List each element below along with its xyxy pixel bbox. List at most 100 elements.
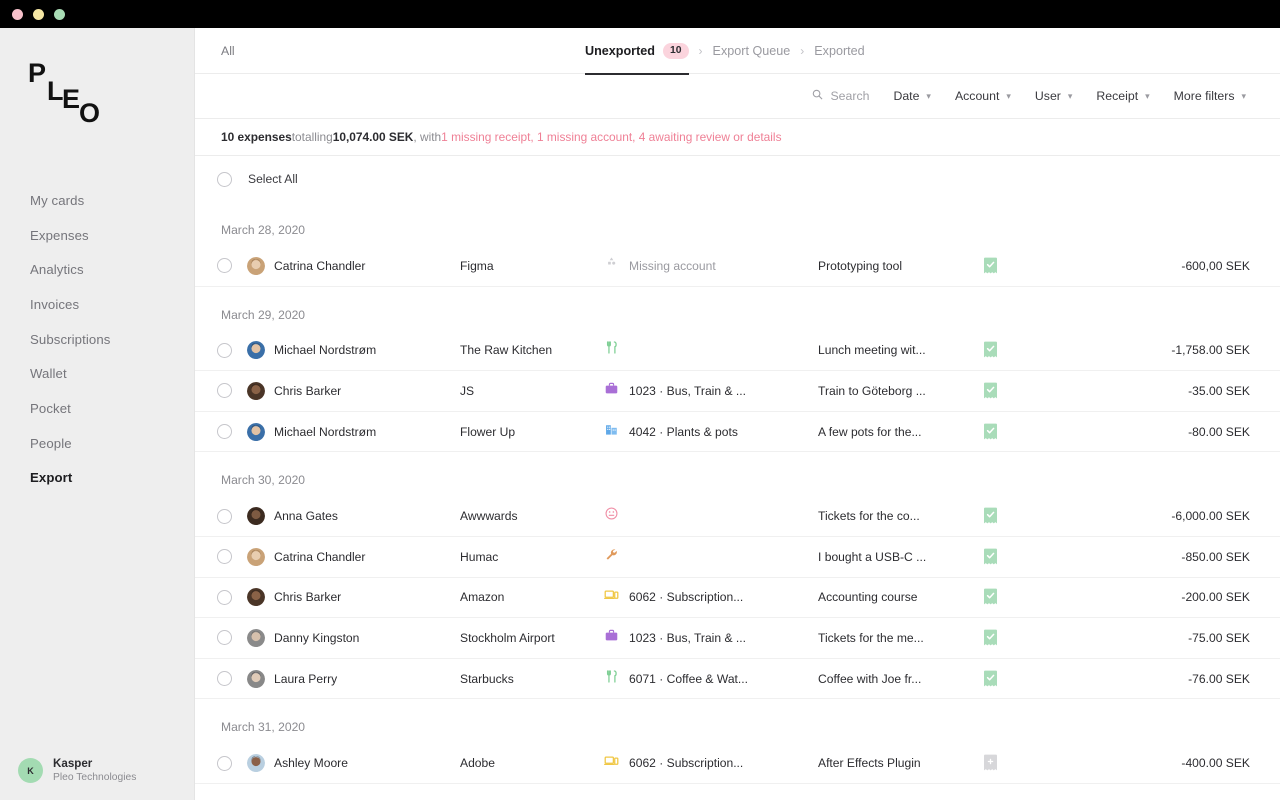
receipt-check-icon[interactable] <box>983 670 998 688</box>
table-row[interactable]: Catrina ChandlerFigmaMissing accountProt… <box>195 246 1280 287</box>
row-checkbox[interactable] <box>217 590 232 605</box>
row-user-cell: Chris Barker <box>247 382 460 400</box>
sidebar-item-export[interactable]: Export <box>0 461 195 496</box>
main-content: All Unexported 10 › Export Queue › Expor… <box>195 28 1280 800</box>
receipt-check-icon[interactable] <box>983 548 998 566</box>
row-checkbox[interactable] <box>217 630 232 645</box>
user-profile[interactable]: K Kasper Pleo Technologies <box>0 757 195 784</box>
row-user-name: Catrina Chandler <box>274 550 365 564</box>
row-description: Prototyping tool <box>818 259 983 273</box>
receipt-check-icon[interactable] <box>983 423 998 441</box>
row-category-cell[interactable] <box>603 546 818 568</box>
receipt-check-icon[interactable] <box>983 341 998 359</box>
chevron-down-icon: ▾ <box>1145 91 1150 102</box>
briefcase-icon <box>603 627 620 649</box>
row-receipt-cell[interactable] <box>983 257 1133 275</box>
sidebar-item-analytics[interactable]: Analytics <box>0 252 195 287</box>
row-amount: -1,758.00 SEK <box>1133 343 1280 357</box>
row-category-cell[interactable] <box>603 505 818 527</box>
row-checkbox[interactable] <box>217 343 232 358</box>
row-checkbox[interactable] <box>217 258 232 273</box>
sidebar-item-expenses[interactable]: Expenses <box>0 218 195 253</box>
table-row[interactable]: Danny KingstonStockholm Airport1023 · Bu… <box>195 618 1280 659</box>
row-category-cell[interactable]: 4042 · Plants & pots <box>603 421 818 443</box>
row-description: A few pots for the... <box>818 425 983 439</box>
table-row[interactable]: Michael NordstrømFlower Up4042 · Plants … <box>195 412 1280 453</box>
sidebar-item-label: Pocket <box>30 401 71 416</box>
sidebar-item-invoices[interactable]: Invoices <box>0 287 195 322</box>
receipt-check-icon[interactable] <box>983 257 998 275</box>
summary-missing-account-link[interactable]: 1 missing account <box>537 130 632 144</box>
tab-export-queue[interactable]: Export Queue <box>713 28 791 74</box>
row-checkbox[interactable] <box>217 756 232 771</box>
avatar <box>247 507 265 525</box>
filter-account[interactable]: Account ▾ <box>955 89 1011 103</box>
row-category-cell[interactable]: 1023 · Bus, Train & ... <box>603 627 818 649</box>
receipt-check-icon[interactable] <box>983 629 998 647</box>
chevron-down-icon: ▾ <box>1068 91 1073 102</box>
row-receipt-cell[interactable] <box>983 588 1133 606</box>
table-row[interactable]: Anna GatesAwwwardsTickets for the co...-… <box>195 496 1280 537</box>
sidebar-item-my-cards[interactable]: My cards <box>0 183 195 218</box>
table-row[interactable]: Michael NordstrømThe Raw KitchenLunch me… <box>195 331 1280 372</box>
table-row[interactable]: Catrina ChandlerHumacI bought a USB-C ..… <box>195 537 1280 578</box>
sidebar-item-subscriptions[interactable]: Subscriptions <box>0 322 195 357</box>
row-category-cell[interactable]: 6062 · Subscription... <box>603 586 818 608</box>
tab-unexported[interactable]: Unexported 10 <box>585 28 689 74</box>
search-input[interactable]: Search <box>812 89 869 103</box>
row-checkbox[interactable] <box>217 509 232 524</box>
row-description: Train to Göteborg ... <box>818 384 983 398</box>
table-row[interactable]: Laura PerryStarbucks6071 · Coffee & Wat.… <box>195 659 1280 700</box>
filter-more[interactable]: More filters ▾ <box>1174 89 1246 103</box>
summary-awaiting-review-link[interactable]: 4 awaiting review or details <box>639 130 782 144</box>
row-receipt-cell[interactable] <box>983 548 1133 566</box>
row-receipt-cell[interactable] <box>983 507 1133 525</box>
row-category-cell[interactable]: 6071 · Coffee & Wat... <box>603 668 818 690</box>
sidebar-item-label: Export <box>30 470 72 485</box>
row-receipt-cell[interactable] <box>983 423 1133 441</box>
row-receipt-cell[interactable] <box>983 670 1133 688</box>
receipt-add-icon[interactable] <box>983 754 998 772</box>
row-receipt-cell[interactable] <box>983 382 1133 400</box>
sidebar-item-wallet[interactable]: Wallet <box>0 356 195 391</box>
row-user-name: Danny Kingston <box>274 631 359 645</box>
table-row[interactable]: Chris BarkerJS1023 · Bus, Train & ...Tra… <box>195 371 1280 412</box>
filter-label: More filters <box>1174 89 1235 103</box>
chevron-down-icon: ▾ <box>926 91 931 102</box>
row-category-label: 1023 · Bus, Train & ... <box>629 631 746 645</box>
filter-date[interactable]: Date ▾ <box>893 89 931 103</box>
row-checkbox[interactable] <box>217 549 232 564</box>
sidebar-item-label: People <box>30 436 72 451</box>
tab-exported[interactable]: Exported <box>814 28 864 74</box>
window-maximize-button[interactable] <box>54 9 65 20</box>
summary-missing-receipt-link[interactable]: 1 missing receipt <box>441 130 530 144</box>
row-category-cell[interactable]: Missing account <box>603 255 818 277</box>
receipt-check-icon[interactable] <box>983 588 998 606</box>
row-receipt-cell[interactable] <box>983 629 1133 647</box>
row-checkbox[interactable] <box>217 383 232 398</box>
row-user-cell: Chris Barker <box>247 588 460 606</box>
receipt-check-icon[interactable] <box>983 507 998 525</box>
row-receipt-cell[interactable] <box>983 341 1133 359</box>
select-all-checkbox[interactable] <box>217 172 232 187</box>
filter-receipt[interactable]: Receipt ▾ <box>1096 89 1149 103</box>
tab-all[interactable]: All <box>221 44 235 58</box>
filter-user[interactable]: User ▾ <box>1035 89 1073 103</box>
table-row[interactable]: Chris BarkerAmazon6062 · Subscription...… <box>195 578 1280 619</box>
row-category-cell[interactable]: 1023 · Bus, Train & ... <box>603 380 818 402</box>
row-checkbox[interactable] <box>217 424 232 439</box>
window-close-button[interactable] <box>12 9 23 20</box>
receipt-check-icon[interactable] <box>983 382 998 400</box>
row-category-cell[interactable]: 6062 · Subscription... <box>603 752 818 774</box>
row-user-cell: Catrina Chandler <box>247 548 460 566</box>
row-category-cell[interactable] <box>603 339 818 361</box>
select-all-row[interactable]: Select All <box>195 156 1280 202</box>
fork-knife-icon <box>603 339 620 361</box>
pleo-logo[interactable]: P L E O <box>22 56 132 136</box>
table-row[interactable]: Ashley MooreAdobe6062 · Subscription...A… <box>195 743 1280 784</box>
sidebar-item-people[interactable]: People <box>0 426 195 461</box>
sidebar-item-pocket[interactable]: Pocket <box>0 391 195 426</box>
window-minimize-button[interactable] <box>33 9 44 20</box>
row-checkbox[interactable] <box>217 671 232 686</box>
row-receipt-cell[interactable] <box>983 754 1133 772</box>
